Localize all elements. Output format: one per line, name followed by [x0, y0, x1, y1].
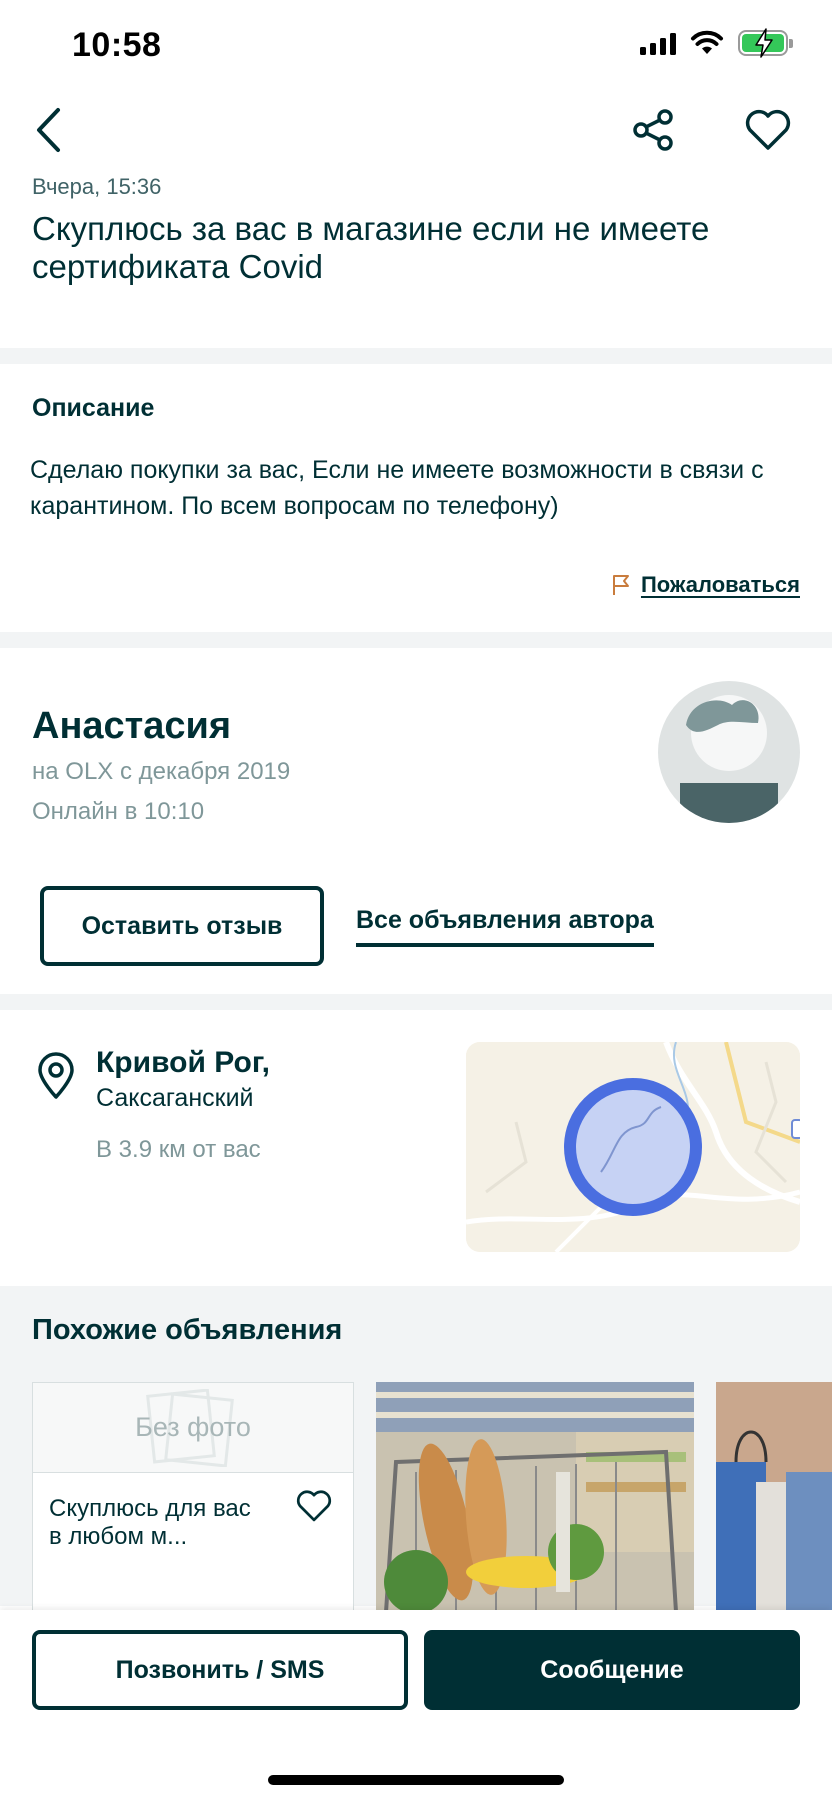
similar-ad-card-photo-groceries[interactable] — [376, 1382, 694, 1612]
section-divider — [0, 632, 832, 648]
description-heading: Описание — [32, 394, 155, 422]
message-button[interactable]: Сообщение — [424, 1630, 800, 1710]
seller-since: на OLX с декабря 2019 — [32, 758, 291, 785]
location-city: Кривой Рог, — [96, 1046, 271, 1079]
call-sms-button[interactable]: Позвонить / SMS — [32, 1630, 408, 1710]
location-map[interactable] — [466, 1042, 800, 1252]
heart-icon — [745, 109, 791, 150]
section-divider — [0, 994, 832, 1010]
flag-icon — [612, 575, 629, 595]
section-divider — [0, 348, 832, 364]
user-placeholder-icon — [680, 695, 778, 823]
all-author-ads-link[interactable]: Все объявления автора — [356, 906, 654, 947]
status-time: 10:58 — [72, 26, 162, 64]
leave-review-button[interactable]: Оставить отзыв — [40, 886, 324, 966]
status-bar: 10:58 — [0, 0, 832, 92]
ad-title: Скуплюсь за вас в магазине если не имеет… — [32, 210, 710, 285]
report-link[interactable]: Пожаловаться — [611, 572, 800, 598]
signal-icon — [640, 31, 676, 55]
heart-icon[interactable] — [295, 1489, 333, 1523]
chevron-left-icon — [37, 108, 60, 152]
no-photo-placeholder: Без фото — [33, 1383, 353, 1473]
status-icons — [640, 28, 793, 58]
seller-name: Анастасия — [32, 705, 232, 747]
ad-date: Вчера, 15:36 — [32, 174, 162, 199]
similar-ad-title: Скуплюсь для вас в любом м... — [49, 1495, 251, 1550]
similar-ad-card[interactable]: Без фото Скуплюсь для вас в любом м... — [32, 1382, 354, 1612]
favorite-button[interactable] — [738, 102, 798, 158]
bottom-action-bar: Позвонить / SMS Сообщение — [0, 1610, 832, 1800]
no-photo-label: Без фото — [135, 1412, 251, 1442]
avatar[interactable] — [658, 681, 800, 823]
report-label: Пожаловаться — [640, 572, 800, 597]
location-distance: В 3.9 км от вас — [96, 1136, 261, 1163]
wifi-icon — [691, 30, 723, 54]
battery-icon — [738, 28, 793, 58]
location-pin-icon — [38, 1052, 74, 1099]
shopping-bags-photo — [716, 1382, 832, 1612]
location-district: Саксаганский — [96, 1084, 254, 1112]
seller-online-status: Онлайн в 10:10 — [32, 798, 205, 825]
share-icon — [633, 109, 673, 151]
share-button[interactable] — [624, 102, 684, 158]
similar-ad-card-photo-bags[interactable] — [716, 1382, 832, 1612]
description-text: Сделаю покупки за вас, Если не имеете во… — [30, 456, 764, 520]
home-indicator[interactable] — [268, 1775, 564, 1785]
back-button[interactable] — [24, 102, 74, 158]
similar-ads-heading: Похожие объявления — [32, 1314, 343, 1346]
top-nav — [0, 92, 832, 172]
groceries-photo — [376, 1382, 694, 1612]
